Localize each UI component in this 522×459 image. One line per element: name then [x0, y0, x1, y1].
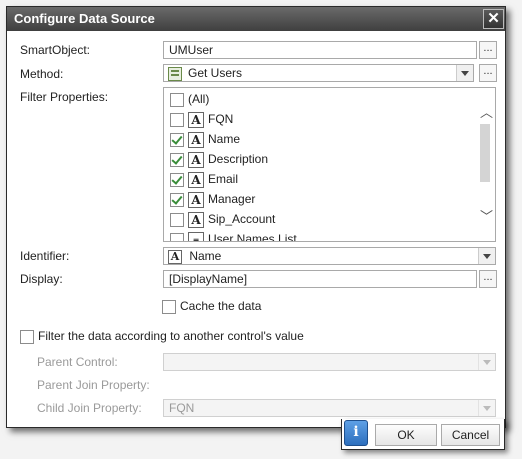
text-property-icon: A [188, 211, 204, 228]
cache-checkbox[interactable] [162, 299, 176, 314]
info-icon[interactable]: i [344, 420, 368, 446]
smartobject-browse-button[interactable]: ... [479, 41, 497, 59]
text-property-icon: A [188, 131, 204, 148]
display-field[interactable]: [DisplayName] [163, 270, 477, 288]
child-join-label: Child Join Property: [37, 401, 142, 415]
chevron-down-icon[interactable] [478, 354, 495, 370]
child-join-dropdown[interactable]: FQN [163, 399, 496, 417]
chevron-up-icon[interactable]: ︿ [480, 102, 493, 120]
checkbox[interactable] [170, 112, 184, 127]
display-label: Display: [20, 272, 63, 286]
text-property-icon: A [188, 191, 204, 208]
filter-by-control-label: Filter the data according to another con… [38, 329, 304, 343]
chevron-down-icon[interactable] [478, 248, 495, 264]
text-property-icon: A [188, 111, 204, 128]
cancel-button[interactable]: Cancel [441, 424, 500, 446]
smartobject-field[interactable]: UMUser [163, 41, 477, 59]
scrollbar-thumb[interactable] [480, 124, 490, 182]
method-dropdown[interactable]: Get Users [163, 64, 474, 82]
list-item-label: Name [208, 132, 241, 146]
dialog-title: Configure Data Source [14, 11, 155, 26]
list-item[interactable]: A Description [170, 150, 268, 168]
display-browse-button[interactable]: ... [479, 270, 497, 288]
identifier-dropdown[interactable]: A Name [163, 247, 496, 265]
child-join-value: FQN [169, 401, 195, 415]
close-button[interactable]: ✕ [483, 9, 504, 29]
text-property-icon: A [188, 151, 204, 168]
list-item[interactable]: A Sip_Account [170, 210, 275, 228]
cache-label: Cache the data [180, 299, 262, 313]
checkbox[interactable] [170, 132, 184, 147]
configure-data-source-dialog: Configure Data Source ✕ SmartObject: UMU… [6, 6, 506, 428]
list-item-label: Manager [208, 192, 256, 206]
filter-by-control-row[interactable]: Filter the data according to another con… [20, 329, 304, 344]
text-property-icon: A [188, 171, 204, 188]
parent-join-label: Parent Join Property: [37, 378, 150, 392]
text-property-icon: A [168, 249, 182, 264]
chevron-down-icon[interactable] [456, 65, 473, 81]
list-item[interactable]: ≡ User Names List [170, 230, 297, 242]
list-item-label: User Names List [208, 232, 297, 242]
chevron-down-icon[interactable] [478, 400, 495, 416]
method-browse-button[interactable]: ... [479, 64, 497, 82]
cache-checkbox-row[interactable]: Cache the data [162, 299, 261, 314]
method-value: Get Users [188, 66, 243, 80]
parent-control-label: Parent Control: [37, 355, 118, 369]
list-item[interactable]: A Name [170, 130, 240, 148]
ok-button[interactable]: OK [375, 424, 437, 446]
smartobject-value: UMUser [169, 43, 213, 57]
list-item-label: (All) [188, 92, 210, 106]
method-icon [168, 67, 182, 81]
list-item-label: Email [208, 172, 239, 186]
list-item-label: Sip_Account [208, 212, 276, 226]
identifier-value: Name [189, 249, 222, 263]
list-item[interactable]: A FQN [170, 110, 233, 128]
filter-properties-label: Filter Properties: [20, 90, 109, 104]
display-value: [DisplayName] [169, 272, 248, 286]
checkbox[interactable] [170, 212, 184, 227]
list-property-icon: ≡ [188, 231, 204, 241]
scrollbar[interactable]: ︿ ﹀ [476, 88, 495, 241]
method-label: Method: [20, 67, 64, 81]
identifier-label: Identifier: [20, 249, 70, 263]
list-item-label: Description [208, 152, 269, 166]
checkbox[interactable] [170, 152, 184, 167]
close-icon: ✕ [487, 10, 500, 27]
filter-by-control-checkbox[interactable] [20, 329, 34, 344]
checkbox[interactable] [170, 172, 184, 187]
checkbox[interactable] [170, 232, 184, 241]
checkbox[interactable] [170, 192, 184, 207]
smartobject-label: SmartObject: [20, 43, 91, 57]
checkbox[interactable] [170, 92, 184, 107]
list-item-label: FQN [208, 112, 234, 126]
filter-properties-list: (All) A FQN A Name A Description A Email A Ma… [163, 87, 496, 242]
parent-control-dropdown[interactable] [163, 353, 496, 371]
dialog-titlebar: Configure Data Source ✕ [7, 7, 505, 31]
list-item[interactable]: A Email [170, 170, 238, 188]
chevron-down-icon[interactable]: ﹀ [480, 206, 493, 224]
list-item[interactable]: A Manager [170, 190, 255, 208]
list-item[interactable]: (All) [170, 90, 209, 108]
